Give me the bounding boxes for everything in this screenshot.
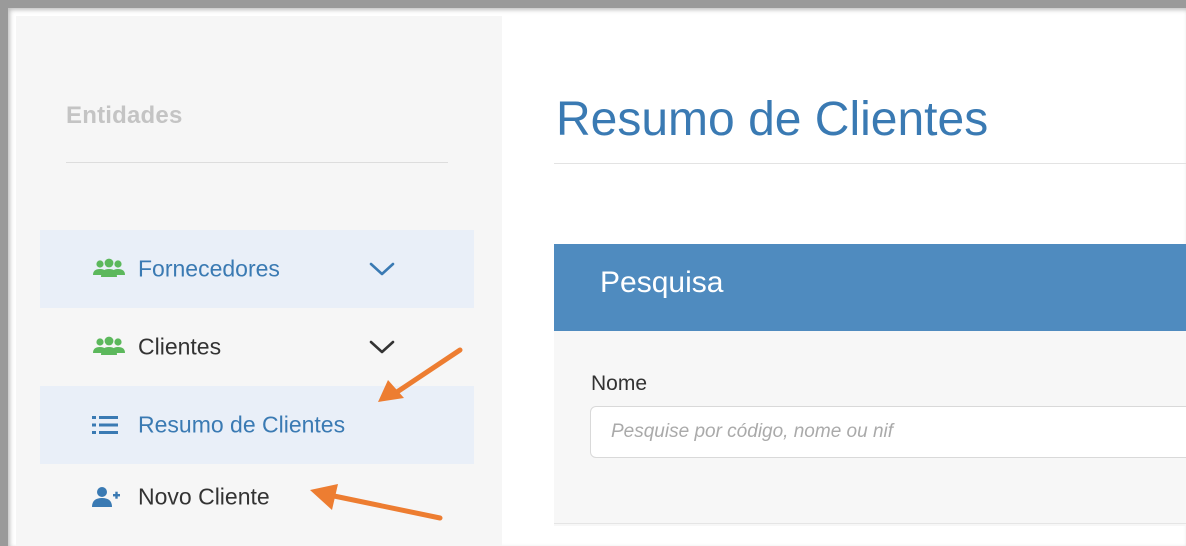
sidebar-item-label: Clientes bbox=[138, 333, 222, 360]
sidebar-item-fornecedores[interactable]: Fornecedores bbox=[40, 230, 474, 308]
panel-divider bbox=[554, 523, 1186, 524]
users-icon bbox=[92, 336, 126, 358]
search-input[interactable] bbox=[590, 406, 1186, 458]
sidebar-divider bbox=[66, 162, 448, 163]
panel-title: Pesquisa bbox=[600, 266, 724, 299]
list-icon bbox=[92, 415, 118, 435]
window-frame: Entidades Fornecedores Clientes Resumo d… bbox=[0, 0, 1186, 546]
search-panel: Pesquisa Nome bbox=[554, 244, 1186, 526]
annotation-arrow bbox=[378, 347, 463, 402]
sidebar-item-label: Resumo de Clientes bbox=[138, 411, 346, 438]
annotation-arrow bbox=[310, 484, 443, 521]
title-divider bbox=[554, 163, 1186, 164]
sidebar-item-label: Novo Cliente bbox=[138, 483, 270, 510]
sidebar-item-label: Fornecedores bbox=[138, 255, 280, 282]
users-icon bbox=[92, 258, 126, 280]
name-field-label: Nome bbox=[591, 372, 648, 395]
chevron-down-icon[interactable] bbox=[368, 260, 396, 278]
sidebar-title: Entidades bbox=[66, 102, 183, 129]
page-title: Resumo de Clientes bbox=[556, 93, 989, 146]
user-plus-icon bbox=[92, 486, 120, 508]
sidebar: Entidades Fornecedores Clientes Resumo d… bbox=[16, 16, 502, 546]
panel-header: Pesquisa bbox=[554, 244, 1186, 331]
